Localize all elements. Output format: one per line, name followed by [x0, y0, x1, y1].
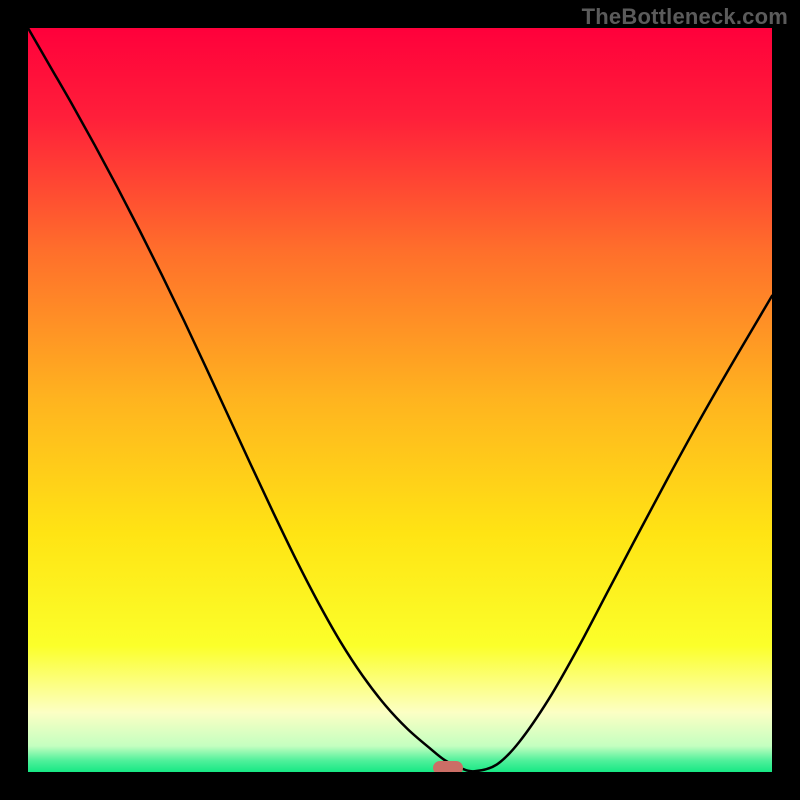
watermark-text: TheBottleneck.com	[582, 4, 788, 30]
optimum-marker	[433, 761, 463, 772]
chart-frame: TheBottleneck.com	[0, 0, 800, 800]
curve-layer	[28, 28, 772, 772]
plot-area	[28, 28, 772, 772]
bottleneck-curve	[28, 28, 772, 771]
